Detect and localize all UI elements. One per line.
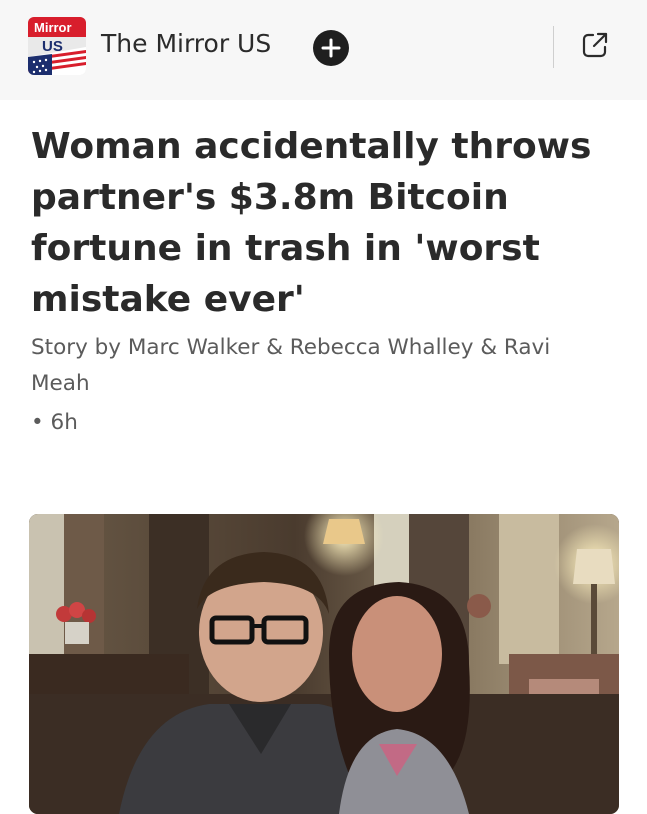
header-divider [553,26,554,68]
hero-photo-couple [29,514,619,814]
flag-logo-icon: Mirror US [28,17,86,75]
article-timestamp: • 6h [31,410,78,435]
open-external-icon [582,32,608,58]
source-header: Mirror US The Mirror US [0,0,647,100]
plus-icon [321,38,341,58]
open-external-button[interactable] [580,30,610,60]
logo-text-top: Mirror [34,20,72,35]
hero-image[interactable] [29,514,619,814]
article-byline: Story by Marc Walker & Rebecca Whalley &… [31,335,551,396]
follow-button[interactable] [313,30,349,66]
mirror-us-logo[interactable]: Mirror US [28,17,86,75]
article-headline: Woman accidentally throws partner's $3.8… [31,126,592,320]
source-name[interactable]: The Mirror US [101,29,271,58]
